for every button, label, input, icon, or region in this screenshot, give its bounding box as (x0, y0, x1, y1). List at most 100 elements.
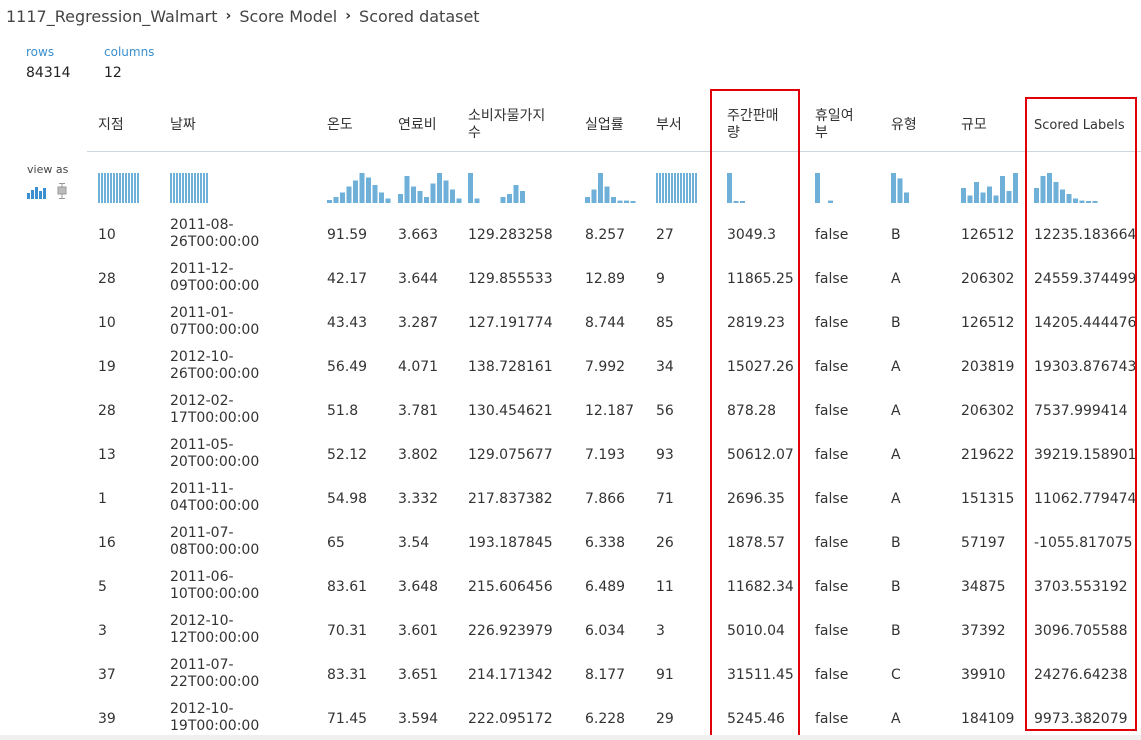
histogram-unemp[interactable] (585, 165, 639, 205)
cell-date[interactable]: 2012-02- 17T00:00:00 (170, 393, 270, 427)
cell-weekly_sales[interactable]: 5010.04 (727, 623, 785, 640)
histogram-temp[interactable] (327, 165, 394, 205)
cell-unemp[interactable]: 6.338 (585, 535, 625, 552)
histogram-fuel[interactable] (398, 165, 465, 205)
cell-unemp[interactable]: 8.257 (585, 227, 625, 244)
cell-weekly_sales[interactable]: 11865.25 (727, 271, 794, 288)
cell-temp[interactable]: 71.45 (327, 711, 367, 728)
cell-scored[interactable]: 39219.158901 (1034, 447, 1136, 464)
cell-store[interactable]: 13 (98, 447, 116, 464)
cell-scored[interactable]: 19303.876743 (1034, 359, 1136, 376)
cell-unemp[interactable]: 6.228 (585, 711, 625, 728)
histogram-size[interactable] (961, 165, 1022, 205)
cell-dept[interactable]: 56 (656, 403, 674, 420)
cell-weekly_sales[interactable]: 15027.26 (727, 359, 794, 376)
cell-size[interactable]: 206302 (961, 271, 1014, 288)
cell-unemp[interactable]: 8.744 (585, 315, 625, 332)
cell-store[interactable]: 5 (98, 579, 107, 596)
cell-temp[interactable]: 52.12 (327, 447, 367, 464)
cell-holiday[interactable]: false (815, 403, 848, 420)
cell-weekly_sales[interactable]: 1878.57 (727, 535, 785, 552)
cell-size[interactable]: 126512 (961, 227, 1014, 244)
cell-dept[interactable]: 85 (656, 315, 674, 332)
cell-size[interactable]: 37392 (961, 623, 1006, 640)
cell-cpi[interactable]: 138.728161 (468, 359, 553, 376)
cell-scored[interactable]: 9973.382079 (1034, 711, 1128, 728)
cell-date[interactable]: 2011-07- 22T00:00:00 (170, 657, 270, 691)
cell-size[interactable]: 206302 (961, 403, 1014, 420)
histogram-holiday[interactable] (815, 165, 837, 205)
cell-scored[interactable]: 24276.64238 (1034, 667, 1128, 684)
cell-size[interactable]: 151315 (961, 491, 1014, 508)
histogram-date[interactable] (170, 165, 211, 205)
column-header-scored[interactable]: Scored Labels (1034, 117, 1139, 134)
cell-scored[interactable]: 3096.705588 (1034, 623, 1128, 640)
cell-temp[interactable]: 43.43 (327, 315, 367, 332)
cell-dept[interactable]: 3 (656, 623, 665, 640)
histogram-view-icon[interactable] (27, 185, 47, 199)
cell-fuel[interactable]: 3.644 (398, 271, 438, 288)
cell-unemp[interactable]: 6.489 (585, 579, 625, 596)
cell-store[interactable]: 28 (98, 271, 116, 288)
cell-store[interactable]: 28 (98, 403, 116, 420)
cell-store[interactable]: 10 (98, 227, 116, 244)
cell-cpi[interactable]: 217.837382 (468, 491, 553, 508)
cell-type[interactable]: A (891, 403, 901, 420)
cell-type[interactable]: B (891, 623, 901, 640)
cell-date[interactable]: 2011-01- 07T00:00:00 (170, 305, 270, 339)
cell-holiday[interactable]: false (815, 711, 848, 728)
column-header-unemp[interactable]: 실업률 (585, 117, 650, 134)
cell-holiday[interactable]: false (815, 227, 848, 244)
cell-holiday[interactable]: false (815, 579, 848, 596)
cell-type[interactable]: B (891, 315, 901, 332)
cell-temp[interactable]: 42.17 (327, 271, 367, 288)
cell-temp[interactable]: 91.59 (327, 227, 367, 244)
cell-temp[interactable]: 83.61 (327, 579, 367, 596)
cell-unemp[interactable]: 12.89 (585, 271, 625, 288)
cell-type[interactable]: A (891, 711, 901, 728)
cell-store[interactable]: 10 (98, 315, 116, 332)
cell-cpi[interactable]: 127.191774 (468, 315, 553, 332)
cell-type[interactable]: A (891, 491, 901, 508)
column-header-date[interactable]: 날짜 (170, 117, 300, 134)
cell-fuel[interactable]: 3.287 (398, 315, 438, 332)
cell-weekly_sales[interactable]: 878.28 (727, 403, 776, 420)
column-header-store[interactable]: 지점 (98, 117, 158, 134)
cell-dept[interactable]: 11 (656, 579, 674, 596)
cell-cpi[interactable]: 214.171342 (468, 667, 553, 684)
cell-unemp[interactable]: 6.034 (585, 623, 625, 640)
cell-scored[interactable]: 11062.779474 (1034, 491, 1136, 508)
cell-dept[interactable]: 34 (656, 359, 674, 376)
column-header-size[interactable]: 규모 (961, 117, 1026, 134)
cell-holiday[interactable]: false (815, 315, 848, 332)
histogram-dept[interactable] (656, 165, 700, 205)
cell-scored[interactable]: 12235.183664 (1034, 227, 1136, 244)
cell-scored[interactable]: 24559.374499 (1034, 271, 1136, 288)
cell-dept[interactable]: 91 (656, 667, 674, 684)
cell-date[interactable]: 2012-10- 19T00:00:00 (170, 701, 270, 735)
cell-store[interactable]: 37 (98, 667, 116, 684)
cell-holiday[interactable]: false (815, 623, 848, 640)
cell-dept[interactable]: 27 (656, 227, 674, 244)
cell-store[interactable]: 1 (98, 491, 107, 508)
cell-date[interactable]: 2011-08- 26T00:00:00 (170, 217, 270, 251)
column-header-dept[interactable]: 부서 (656, 117, 721, 134)
cell-size[interactable]: 219622 (961, 447, 1014, 464)
histogram-store[interactable] (98, 165, 142, 205)
cell-scored[interactable]: -1055.817075 (1034, 535, 1133, 552)
cell-store[interactable]: 19 (98, 359, 116, 376)
cell-temp[interactable]: 54.98 (327, 491, 367, 508)
breadcrumb-module[interactable]: Score Model (239, 7, 337, 26)
cell-size[interactable]: 39910 (961, 667, 1006, 684)
cell-size[interactable]: 203819 (961, 359, 1014, 376)
cell-fuel[interactable]: 3.651 (398, 667, 438, 684)
cell-temp[interactable]: 56.49 (327, 359, 367, 376)
cell-fuel[interactable]: 3.54 (398, 535, 429, 552)
cell-unemp[interactable]: 7.866 (585, 491, 625, 508)
cell-weekly_sales[interactable]: 31511.45 (727, 667, 794, 684)
cell-store[interactable]: 3 (98, 623, 107, 640)
cell-size[interactable]: 184109 (961, 711, 1014, 728)
horizontal-scrollbar[interactable] (0, 735, 1141, 740)
breadcrumb-experiment[interactable]: 1117_Regression_Walmart (6, 7, 218, 26)
cell-fuel[interactable]: 4.071 (398, 359, 438, 376)
